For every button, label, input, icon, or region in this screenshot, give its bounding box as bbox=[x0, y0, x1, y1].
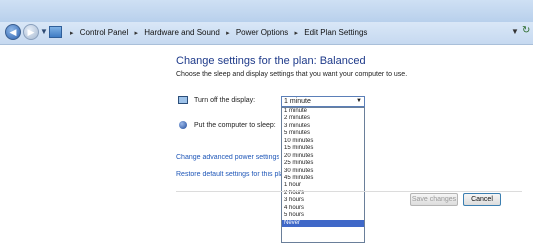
dropdown-option-3-hours[interactable]: 3 hours bbox=[282, 197, 364, 204]
display-icon bbox=[178, 96, 188, 104]
dropdown-option-45-minutes[interactable]: 45 minutes bbox=[282, 175, 364, 182]
display-timeout-select[interactable]: 1 minute ▼ bbox=[281, 96, 365, 107]
display-label: Turn off the display: bbox=[194, 97, 256, 104]
dropdown-option-4-hours[interactable]: 4 hours bbox=[282, 205, 364, 212]
address-dropdown-icon[interactable]: ▼ bbox=[511, 27, 519, 36]
address-bar: ◀ ▶ ▼ ▸ Control Panel ▸ Hardware and Sou… bbox=[0, 22, 533, 45]
dropdown-option-20-minutes[interactable]: 20 minutes bbox=[282, 153, 364, 160]
dropdown-option-never[interactable]: Never bbox=[282, 219, 364, 227]
forward-button[interactable]: ▶ bbox=[23, 24, 39, 40]
control-panel-icon bbox=[49, 26, 62, 38]
advanced-settings-link[interactable]: Change advanced power settings bbox=[176, 154, 279, 161]
sleep-label: Put the computer to sleep: bbox=[194, 122, 276, 129]
breadcrumb[interactable]: ▸ Control Panel ▸ Hardware and Sound ▸ P… bbox=[66, 25, 367, 41]
breadcrumb-separator-icon: ▸ bbox=[294, 30, 299, 37]
dropdown-option-25-minutes[interactable]: 25 minutes bbox=[282, 160, 364, 167]
restore-defaults-link[interactable]: Restore default settings for this plan bbox=[176, 171, 281, 178]
dropdown-option-3-minutes[interactable]: 3 minutes bbox=[282, 123, 364, 130]
breadcrumb-item-control-panel[interactable]: Control Panel bbox=[80, 28, 128, 37]
dropdown-option-30-minutes[interactable]: 30 minutes bbox=[282, 168, 364, 175]
dropdown-option-15-minutes[interactable]: 15 minutes bbox=[282, 145, 364, 152]
window-titlebar bbox=[0, 0, 533, 22]
dropdown-option-2-minutes[interactable]: 2 minutes bbox=[282, 115, 364, 122]
dropdown-option-5-hours[interactable]: 5 hours bbox=[282, 212, 364, 219]
breadcrumb-item-edit-plan-settings[interactable]: Edit Plan Settings bbox=[304, 28, 367, 37]
footer-divider bbox=[176, 191, 522, 192]
breadcrumb-separator-icon: ▸ bbox=[70, 30, 74, 37]
dropdown-option-10-minutes[interactable]: 10 minutes bbox=[282, 138, 364, 145]
back-button[interactable]: ◀ bbox=[5, 24, 21, 40]
cancel-button[interactable]: Cancel bbox=[463, 193, 501, 206]
timeout-dropdown-list[interactable]: 1 minute 2 minutes 3 minutes 5 minutes 1… bbox=[281, 107, 365, 243]
refresh-icon[interactable]: ↻ bbox=[522, 25, 530, 36]
dropdown-option-1-hour[interactable]: 1 hour bbox=[282, 182, 364, 189]
dropdown-option-1-minute[interactable]: 1 minute bbox=[282, 108, 364, 115]
breadcrumb-separator-icon: ▸ bbox=[134, 30, 138, 37]
page-subtitle: Choose the sleep and display settings th… bbox=[176, 71, 408, 78]
save-changes-button[interactable]: Save changes bbox=[410, 193, 458, 206]
page-title: Change settings for the plan: Balanced bbox=[176, 55, 366, 67]
breadcrumb-item-hardware-and-sound[interactable]: Hardware and Sound bbox=[144, 28, 220, 37]
breadcrumb-item-power-options[interactable]: Power Options bbox=[236, 28, 288, 37]
sleep-icon bbox=[179, 121, 187, 129]
breadcrumb-separator-icon: ▸ bbox=[226, 30, 230, 37]
dropdown-option-5-minutes[interactable]: 5 minutes bbox=[282, 130, 364, 137]
chevron-down-icon[interactable]: ▼ bbox=[356, 97, 362, 106]
display-timeout-value: 1 minute bbox=[284, 98, 311, 105]
recent-pages-icon[interactable]: ▼ bbox=[40, 27, 48, 36]
